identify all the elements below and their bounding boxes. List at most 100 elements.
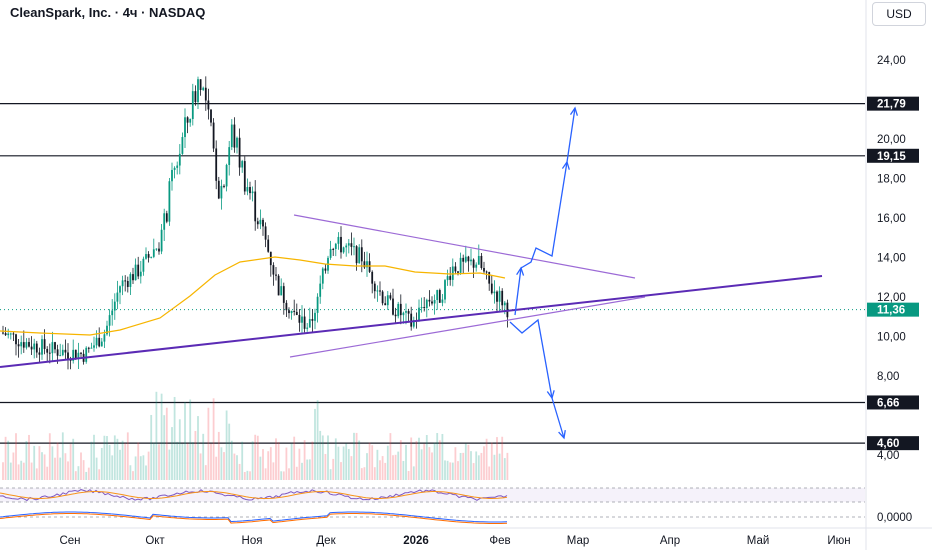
volume-bar [340, 462, 342, 480]
volume-bar [46, 466, 49, 480]
candle-body [30, 346, 33, 350]
volume-bar [113, 435, 116, 480]
volume-bar [405, 444, 407, 480]
volume-bar [301, 462, 303, 480]
time-tick-label: Май [747, 535, 770, 547]
volume-bar [290, 443, 293, 480]
volume-bar [17, 464, 20, 480]
volume-bar [74, 471, 77, 480]
oscillator-pane [0, 487, 865, 503]
volume-bar [464, 443, 467, 480]
volume-bar [308, 459, 311, 480]
volume-bar [314, 408, 316, 480]
candle-body [470, 259, 472, 262]
candle-body [493, 291, 496, 294]
candle-body [407, 311, 410, 314]
candle-body [371, 271, 374, 284]
volume-bar [197, 416, 199, 480]
candle-body [15, 334, 17, 345]
candle-body [225, 164, 228, 187]
volume-bar [25, 441, 28, 480]
volume-bar [306, 459, 309, 480]
volume-bar [251, 441, 254, 480]
time-tick-label: Мар [567, 535, 590, 547]
candle-body [381, 291, 384, 304]
candle-body [280, 286, 283, 296]
volume-bar [90, 441, 93, 480]
candle-body [355, 246, 358, 264]
volume-bar [111, 455, 114, 480]
volume-bar [181, 443, 184, 480]
volume-bar [412, 466, 415, 480]
volume-bar [493, 454, 496, 480]
candles [2, 76, 509, 370]
candle-body [108, 315, 111, 326]
candle-body [425, 299, 428, 309]
volume-bar [191, 442, 194, 480]
candle-body [142, 258, 145, 272]
candle-body [397, 303, 400, 317]
volume-bar [496, 437, 498, 480]
up-arrow-short [514, 267, 522, 316]
volume-bar [233, 453, 236, 480]
price-chart[interactable]: 21,79 19,15 6,66 4,60 11,36 0,0000 24,00 20,0… [0, 0, 932, 550]
volume-bar [238, 463, 241, 480]
candle-body [259, 219, 262, 225]
volume-bar [262, 449, 264, 480]
volume-bar [433, 442, 436, 480]
volume-bar [321, 435, 324, 480]
candle-body [163, 213, 166, 230]
volume-bar [204, 465, 207, 480]
volume-bar [267, 451, 270, 480]
candle-body [113, 301, 116, 311]
volume-bar [158, 444, 160, 480]
candle-body [194, 91, 197, 103]
volume-bar [418, 437, 420, 480]
time-tick-label: Июн [827, 535, 850, 547]
volume-bar [171, 427, 173, 480]
volume-bar [186, 443, 189, 480]
candle-body [150, 256, 153, 258]
candle-body [379, 290, 381, 292]
volume-bar [368, 442, 371, 480]
volume-bar [103, 435, 106, 480]
price-tick-label: 10,00 [877, 332, 906, 344]
candle-body [207, 100, 210, 110]
triangle-upper-line [293, 214, 636, 279]
volume-bar [121, 440, 124, 480]
candle-body [462, 257, 465, 262]
time-tick-label: Дек [316, 535, 336, 547]
volume-bar [152, 442, 155, 480]
volume-bar [319, 430, 322, 480]
candle-body [87, 347, 90, 349]
volume-bars [2, 391, 509, 480]
candle-body [33, 343, 36, 350]
candle-body [384, 303, 387, 306]
candle-body [418, 307, 420, 321]
volume-bar [168, 449, 171, 480]
volume-bar [134, 456, 137, 480]
volume-bar [444, 460, 446, 480]
candle-body [316, 296, 319, 313]
candle-body [35, 343, 38, 353]
candle-body [145, 254, 147, 259]
candle-body [121, 280, 124, 287]
volume-bar [407, 471, 410, 480]
candle-body [43, 339, 46, 349]
candle-body [243, 161, 246, 192]
time-axis: Сен Окт Ноя Дек 2026 Фев Мар Апр Май Июн [59, 535, 850, 547]
volume-bar [311, 441, 314, 480]
candle-body [483, 267, 485, 272]
volume-bar [472, 463, 475, 480]
volume-bar [61, 432, 64, 480]
candle-body [347, 243, 350, 246]
volume-bar [35, 468, 38, 480]
volume-bar [384, 462, 387, 480]
candle-body [298, 314, 301, 323]
volume-bar [334, 438, 337, 480]
candle-body [373, 283, 376, 292]
down-arrow-to-6 [509, 318, 553, 399]
volume-bar [373, 467, 376, 480]
price-tick-label: 16,00 [877, 213, 906, 225]
candle-body [467, 256, 470, 262]
